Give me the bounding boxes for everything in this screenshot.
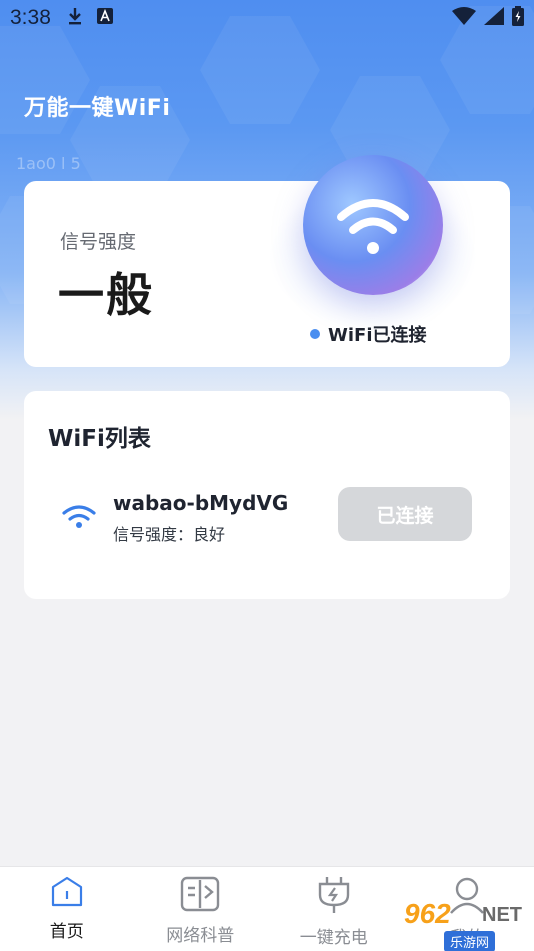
- tab-label: 首页: [49, 922, 84, 942]
- tab-one-click-charge[interactable]: 一键充电: [267, 867, 401, 951]
- wifi-orb-button[interactable]: [303, 155, 443, 295]
- watermark-number: 962: [404, 898, 451, 929]
- faint-background-text: 1ao0 l 5: [16, 154, 81, 173]
- tab-label: 网络科普: [166, 926, 235, 946]
- wifi-list-title: WiFi列表: [48, 426, 151, 452]
- plug-icon: [314, 875, 354, 919]
- watermark-net: NET: [482, 904, 522, 926]
- signal-strength-value: 一般: [58, 268, 154, 322]
- wifi-ssid: wabao-bMydVG: [113, 491, 289, 515]
- keyboard-a-icon: [96, 8, 113, 28]
- tab-network-science[interactable]: 网络科普: [134, 867, 268, 951]
- wifi-list-card: WiFi列表 wabao-bMydVG 信号强度：良好 已连接: [24, 391, 510, 599]
- download-icon: [67, 6, 83, 30]
- app-title: 万能一键WiFi: [24, 96, 171, 121]
- signal-icon: [484, 7, 504, 29]
- wifi-list-item[interactable]: wabao-bMydVG 信号强度：良好 已连接: [24, 487, 510, 551]
- book-icon: [179, 875, 221, 917]
- wifi-icon: [452, 7, 476, 29]
- connected-button[interactable]: 已连接: [338, 487, 472, 541]
- status-dot: [310, 329, 320, 339]
- battery-icon: [512, 6, 524, 30]
- wifi-strength: 信号强度：良好: [113, 525, 226, 544]
- site-watermark: 962 NET 乐游网: [394, 896, 534, 951]
- watermark-sub: 乐游网: [444, 931, 496, 951]
- tab-label: 一键充电: [299, 928, 368, 948]
- wifi-icon: [337, 199, 409, 254]
- signal-strength-label: 信号强度: [60, 231, 137, 253]
- hex-decoration: [0, 26, 90, 134]
- connection-status: WiFi已连接: [310, 321, 427, 347]
- wifi-signal-icon: [62, 503, 96, 533]
- connection-status-text: WiFi已连接: [328, 325, 427, 346]
- status-bar: 3:38: [0, 0, 534, 36]
- status-time: 3:38: [10, 6, 51, 29]
- tab-home[interactable]: 首页: [0, 867, 134, 951]
- status-icons-left: [67, 6, 113, 30]
- home-icon: [49, 875, 85, 913]
- status-icons-right: [452, 6, 524, 30]
